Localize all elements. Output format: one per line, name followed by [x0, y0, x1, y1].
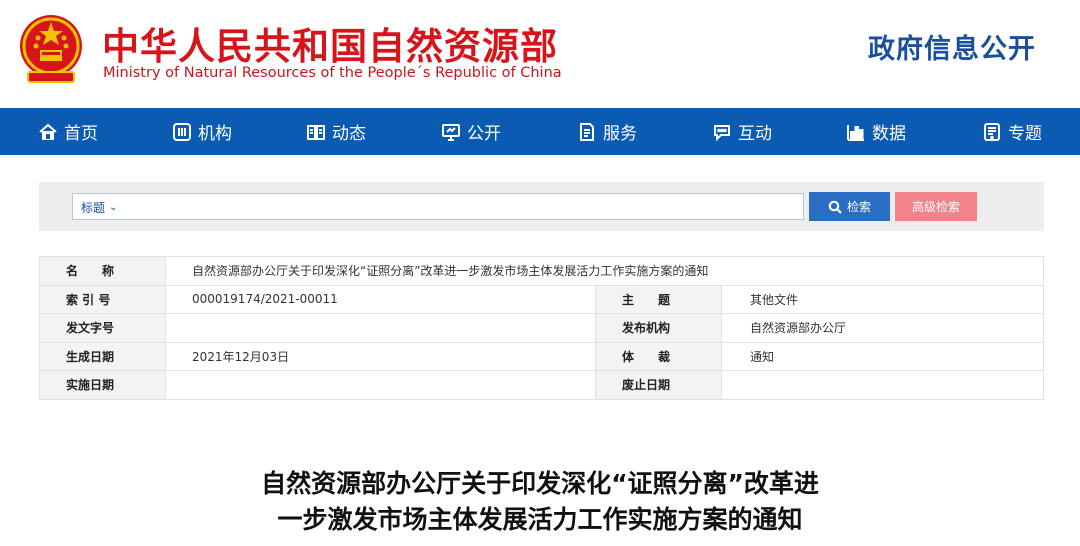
advanced-search-label: 高级检索 [911, 200, 960, 214]
document-icon [580, 122, 594, 141]
nav-label: 公开 [467, 124, 501, 144]
site-title: 中华人民共和国自然资源部 [102, 25, 558, 68]
search-icon [828, 200, 842, 214]
topic-label: 主 题 [595, 284, 722, 314]
main-nav: 首页 机构 动态 公开 服务 互动 数据 专题 [0, 108, 1080, 155]
chat-icon [714, 124, 730, 141]
name-value: 自然资源部办公厅关于印发深化“证照分离”改革进一步激发市场主体发展活力工作实施方… [165, 256, 1044, 286]
table-row: 生成日期 2021年12月03日 体 裁 通知 [39, 341, 1044, 371]
nav-item-news[interactable]: 动态 [306, 108, 366, 155]
nav-label: 首页 [64, 124, 98, 144]
document-info-table: 名 称 自然资源部办公厅关于印发深化“证照分离”改革进一步激发市场主体发展活力工… [39, 256, 1044, 400]
article-title-line: 一步激发市场主体发展活力工作实施方案的通知 [277, 505, 803, 534]
site-subtitle: Ministry of Natural Resources of the Peo… [103, 65, 562, 81]
chevron-down-icon: ⌄ [109, 202, 118, 213]
nav-label: 动态 [332, 124, 366, 144]
search-box: 标题 ⌄ [72, 193, 804, 220]
search-type-label: 标题 [81, 201, 106, 215]
expire-value [721, 370, 1044, 400]
nav-label: 服务 [603, 124, 637, 144]
effective-value [165, 370, 596, 400]
date-value: 2021年12月03日 [165, 341, 596, 371]
nav-item-topic[interactable]: 专题 [982, 108, 1042, 155]
national-emblem-icon [20, 15, 82, 83]
issuer-label: 发布机构 [595, 313, 722, 343]
table-row: 索 引 号 000019174/2021-00011 主 题 其他文件 [39, 284, 1044, 314]
index-label: 索 引 号 [39, 284, 166, 314]
table-row: 实施日期 废止日期 [39, 370, 1044, 400]
effective-label: 实施日期 [39, 370, 166, 400]
topic-value: 其他文件 [721, 284, 1044, 314]
nav-item-service[interactable]: 服务 [577, 108, 637, 155]
nav-label: 专题 [1008, 124, 1042, 144]
org-icon [173, 122, 191, 141]
expire-label: 废止日期 [595, 370, 722, 400]
search-type-select[interactable]: 标题 ⌄ [81, 199, 117, 216]
nav-label: 数据 [872, 124, 906, 144]
gov-info-title[interactable]: 政府信息公开 [868, 27, 1036, 66]
genre-label: 体 裁 [595, 341, 722, 371]
table-row: 发文字号 发布机构 自然资源部办公厅 [39, 313, 1044, 343]
article-title: 自然资源部办公厅关于印发深化“证照分离”改革进 一步激发市场主体发展活力工作实施… [0, 466, 1080, 538]
home-icon [39, 123, 57, 140]
table-row: 名 称 自然资源部办公厅关于印发深化“证照分离”改革进一步激发市场主体发展活力工… [39, 256, 1044, 286]
nav-item-public[interactable]: 公开 [441, 108, 501, 155]
nav-item-org[interactable]: 机构 [172, 108, 232, 155]
name-label: 名 称 [39, 256, 166, 286]
nav-label: 机构 [198, 124, 232, 144]
search-button-label: 检索 [846, 200, 871, 214]
nav-item-interact[interactable]: 互动 [712, 108, 772, 155]
genre-value: 通知 [721, 341, 1044, 371]
book-icon [307, 124, 325, 140]
article-title-line: 自然资源部办公厅关于印发深化“证照分离”改革进 [261, 469, 819, 498]
bar-chart-icon [847, 124, 864, 141]
nav-label: 互动 [738, 124, 772, 144]
date-label: 生成日期 [39, 341, 166, 371]
doc-no-label: 发文字号 [39, 313, 166, 343]
site-header: 中华人民共和国自然资源部 Ministry of Natural Resourc… [0, 0, 1080, 108]
doc-no-value [165, 313, 596, 343]
nav-item-home[interactable]: 首页 [38, 108, 98, 155]
tablet-icon [984, 122, 1000, 141]
index-value: 000019174/2021-00011 [165, 284, 596, 314]
nav-item-data[interactable]: 数据 [846, 108, 906, 155]
monitor-icon [442, 123, 460, 141]
advanced-search-button[interactable]: 高级检索 [895, 192, 977, 221]
search-button[interactable]: 检索 [809, 192, 890, 221]
issuer-value: 自然资源部办公厅 [721, 313, 1044, 343]
search-input[interactable] [133, 196, 793, 217]
